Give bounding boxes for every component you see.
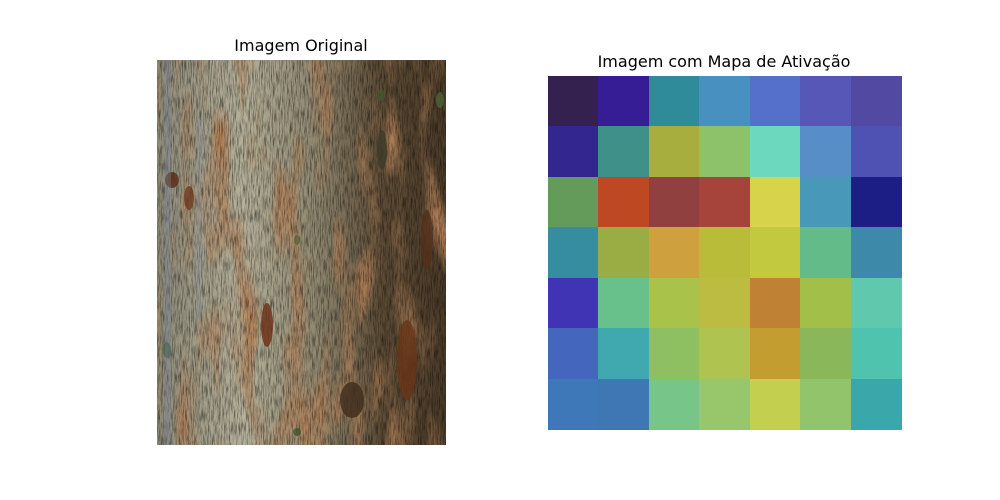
heatmap-cell	[749, 277, 801, 329]
heatmap-cell	[648, 277, 700, 329]
heatmap-cell	[548, 328, 599, 380]
heatmap-cell	[800, 328, 852, 380]
original-image-title: Imagem Original	[234, 36, 368, 55]
heatmap-cell	[648, 126, 700, 178]
heatmap-cell	[749, 126, 801, 178]
heatmap-cell	[648, 76, 700, 127]
heatmap-cell	[850, 227, 902, 279]
heatmap-cell	[548, 227, 599, 279]
heatmap-cell	[800, 176, 852, 228]
heatmap-cell	[548, 277, 599, 329]
heatmap-cell	[548, 76, 599, 127]
heatmap-cell	[850, 126, 902, 178]
activation-heatmap	[548, 76, 902, 430]
heatmap-cell	[850, 378, 902, 430]
heatmap-cell	[699, 227, 751, 279]
heatmap-cell	[749, 328, 801, 380]
heatmap-cell	[648, 227, 700, 279]
heatmap-cell	[598, 227, 650, 279]
heatmap-cell	[850, 176, 902, 228]
heatmap-cell	[548, 378, 599, 430]
heatmap-cell	[699, 328, 751, 380]
original-texture-image	[157, 60, 446, 445]
heatmap-cell	[850, 76, 902, 127]
heatmap-cell	[648, 328, 700, 380]
heatmap-cell	[800, 378, 852, 430]
heatmap-cell	[548, 176, 599, 228]
heatmap-cell	[598, 176, 650, 228]
heatmap-cell	[749, 227, 801, 279]
heatmap-cell	[598, 126, 650, 178]
heatmap-cell	[800, 277, 852, 329]
heatmap-cell	[800, 76, 852, 127]
heatmap-cell	[699, 277, 751, 329]
heatmap-cell	[699, 176, 751, 228]
heatmap-cell	[598, 328, 650, 380]
heatmap-cell	[598, 277, 650, 329]
heatmap-cell	[699, 378, 751, 430]
activation-map-title: Imagem com Mapa de Ativação	[597, 52, 851, 71]
heatmap-cell	[800, 227, 852, 279]
heatmap-cell	[699, 76, 751, 127]
heatmap-cell	[548, 126, 599, 178]
heatmap-cell	[598, 378, 650, 430]
heatmap-cell	[749, 378, 801, 430]
heatmap-cell	[648, 176, 700, 228]
heatmap-cell	[749, 176, 801, 228]
heatmap-cell	[850, 328, 902, 380]
heatmap-cell	[749, 76, 801, 127]
heatmap-cell	[850, 277, 902, 329]
heatmap-cell	[648, 378, 700, 430]
heatmap-cell	[699, 126, 751, 178]
heatmap-cell	[598, 76, 650, 127]
heatmap-cell	[800, 126, 852, 178]
